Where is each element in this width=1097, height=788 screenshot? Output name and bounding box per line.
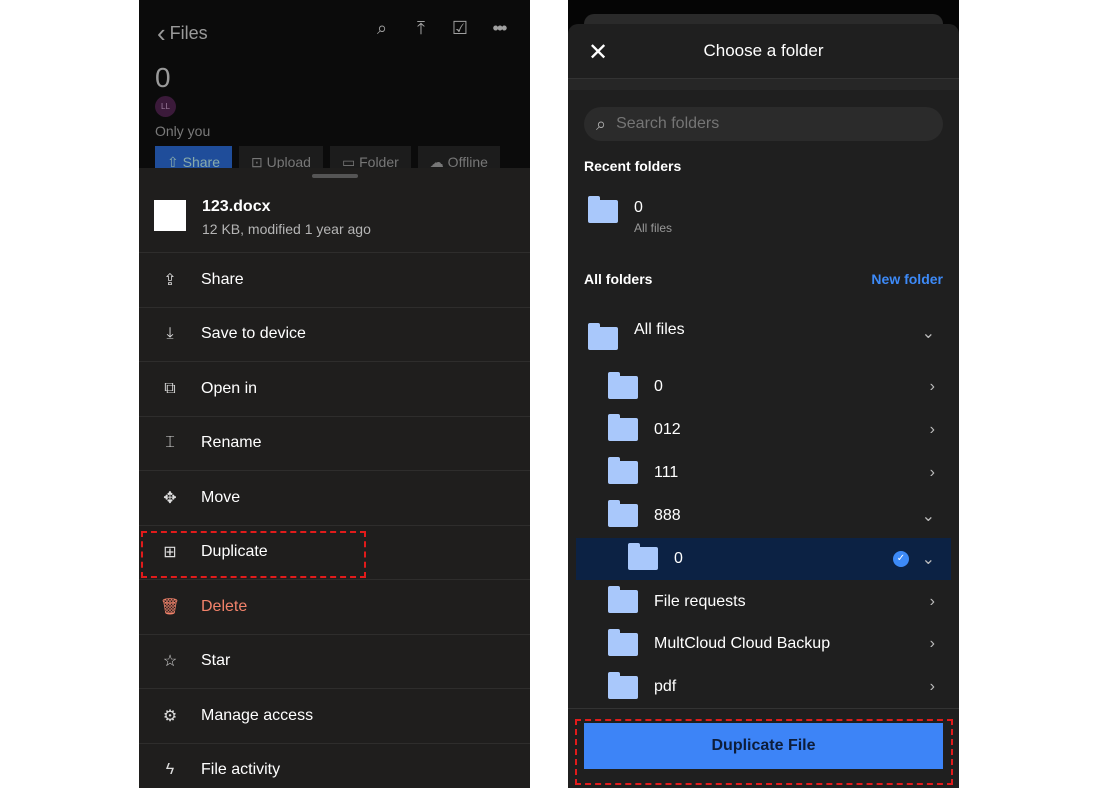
folder-row[interactable]: 0 › [576,366,951,408]
folder-icon [608,457,638,485]
search-icon[interactable]: ⌕ [371,18,393,40]
folder-row[interactable]: 111 › [576,452,951,494]
drag-handle[interactable] [312,174,358,178]
folder-row-root[interactable]: All files ⌄ [576,312,951,354]
folder-icon [608,586,638,613]
folder-row[interactable]: 0 ✓ ⌄ [576,537,951,580]
search-input[interactable] [616,115,897,133]
folder-icon [608,371,638,399]
back-button[interactable]: ‹ Files [157,18,208,49]
selected-check-icon: ✓ [893,550,909,567]
chevron-down-icon[interactable]: ⌄ [922,323,935,343]
folder-icon [628,543,658,571]
action-menu: ⇪ Share ⤓ Save to device ⧉ Open in ⌶ Rename ✥ Mov… [139,252,530,788]
folder-row[interactable]: MultCloud Cloud Backup › [576,623,951,665]
recent-folders-label: Recent folders [584,158,682,174]
choose-folder-screen: ✕ Choose a folder ⌕ Recent folders 0 All… [568,0,959,788]
menu-item-share[interactable]: ⇪ Share [139,252,530,307]
upload-icon[interactable]: ⤒ [410,18,432,40]
dialog-title: Choose a folder [703,41,824,60]
folder-icon [608,414,638,442]
bolt-icon: ϟ [165,761,175,779]
all-folders-label: All folders [584,271,653,287]
file-name: 123.docx [202,198,271,215]
top-bar: ‹ Files ⌕ ⤒ ☑ ••• [139,14,530,49]
menu-item-move[interactable]: ✥ Move [139,470,530,525]
download-icon: ⤓ [166,325,174,343]
highlight-duplicate [141,531,366,578]
chevron-right-icon[interactable]: › [930,464,935,482]
trash-icon: 🗑 [159,598,181,616]
select-checkbox-icon[interactable]: ☑ [449,18,471,40]
file-header: 123.docx 12 KB, modified 1 year ago [154,198,530,252]
chevron-left-icon: ‹ [157,18,166,48]
share-icon: ⇪ [163,271,177,289]
chevron-right-icon[interactable]: › [930,378,935,396]
folder-icon [608,628,638,656]
folder-row[interactable]: File requests › [576,581,951,623]
folder-title: 0 [155,62,171,93]
gear-icon: ⚙ [162,707,178,725]
chevron-down-icon[interactable]: ⌄ [922,506,935,526]
menu-item-delete[interactable]: 🗑 Delete [139,579,530,634]
chevron-down-icon[interactable]: ⌄ [922,549,935,569]
folder-picker-panel: ✕ Choose a folder ⌕ Recent folders 0 All… [568,24,959,788]
folder-icon [608,671,638,699]
more-icon[interactable]: ••• [488,18,510,40]
file-thumbnail [154,200,186,231]
search-icon: ⌕ [596,113,607,134]
sharing-status: Only you [155,123,211,139]
dropbox-folder-icon [588,322,618,350]
file-actions-screen: ‹ Files ⌕ ⤒ ☑ ••• 0 LL Only you ⇧ Share ⊡… [139,0,530,788]
highlight-duplicate-button [575,719,953,785]
folder-row[interactable]: 012 › [576,409,951,451]
menu-item-file-activity[interactable]: ϟ File activity [139,742,530,788]
menu-item-star[interactable]: ☆ Star [139,633,530,689]
folder-row[interactable]: pdf › [576,666,951,708]
recent-folder-name[interactable]: 0 [634,199,643,217]
star-icon: ☆ [162,653,178,671]
menu-item-manage-access[interactable]: ⚙ Manage access [139,688,530,743]
divider [568,78,959,90]
chevron-right-icon[interactable]: › [930,593,935,611]
rename-icon: ⌶ [165,434,175,452]
folder-icon [588,196,618,223]
chevron-right-icon[interactable]: › [930,635,935,653]
menu-item-rename[interactable]: ⌶ Rename [139,415,530,471]
open-external-icon: ⧉ [164,379,176,397]
chevron-right-icon[interactable]: › [930,678,935,696]
search-bar[interactable]: ⌕ [584,107,943,141]
avatar: LL [155,96,176,117]
move-icon: ✥ [163,489,177,507]
folder-icon [608,500,638,528]
action-sheet: 123.docx 12 KB, modified 1 year ago ⇪ Sha… [139,168,530,788]
menu-item-save-to-device[interactable]: ⤓ Save to device [139,306,530,362]
folder-row[interactable]: 888 ⌄ [576,495,951,537]
file-meta: 12 KB, modified 1 year ago [202,221,371,237]
new-folder-link[interactable]: New folder [871,271,943,287]
chevron-right-icon[interactable]: › [930,421,935,439]
menu-item-open-in[interactable]: ⧉ Open in [139,361,530,416]
recent-folder-path: All files [634,221,673,235]
